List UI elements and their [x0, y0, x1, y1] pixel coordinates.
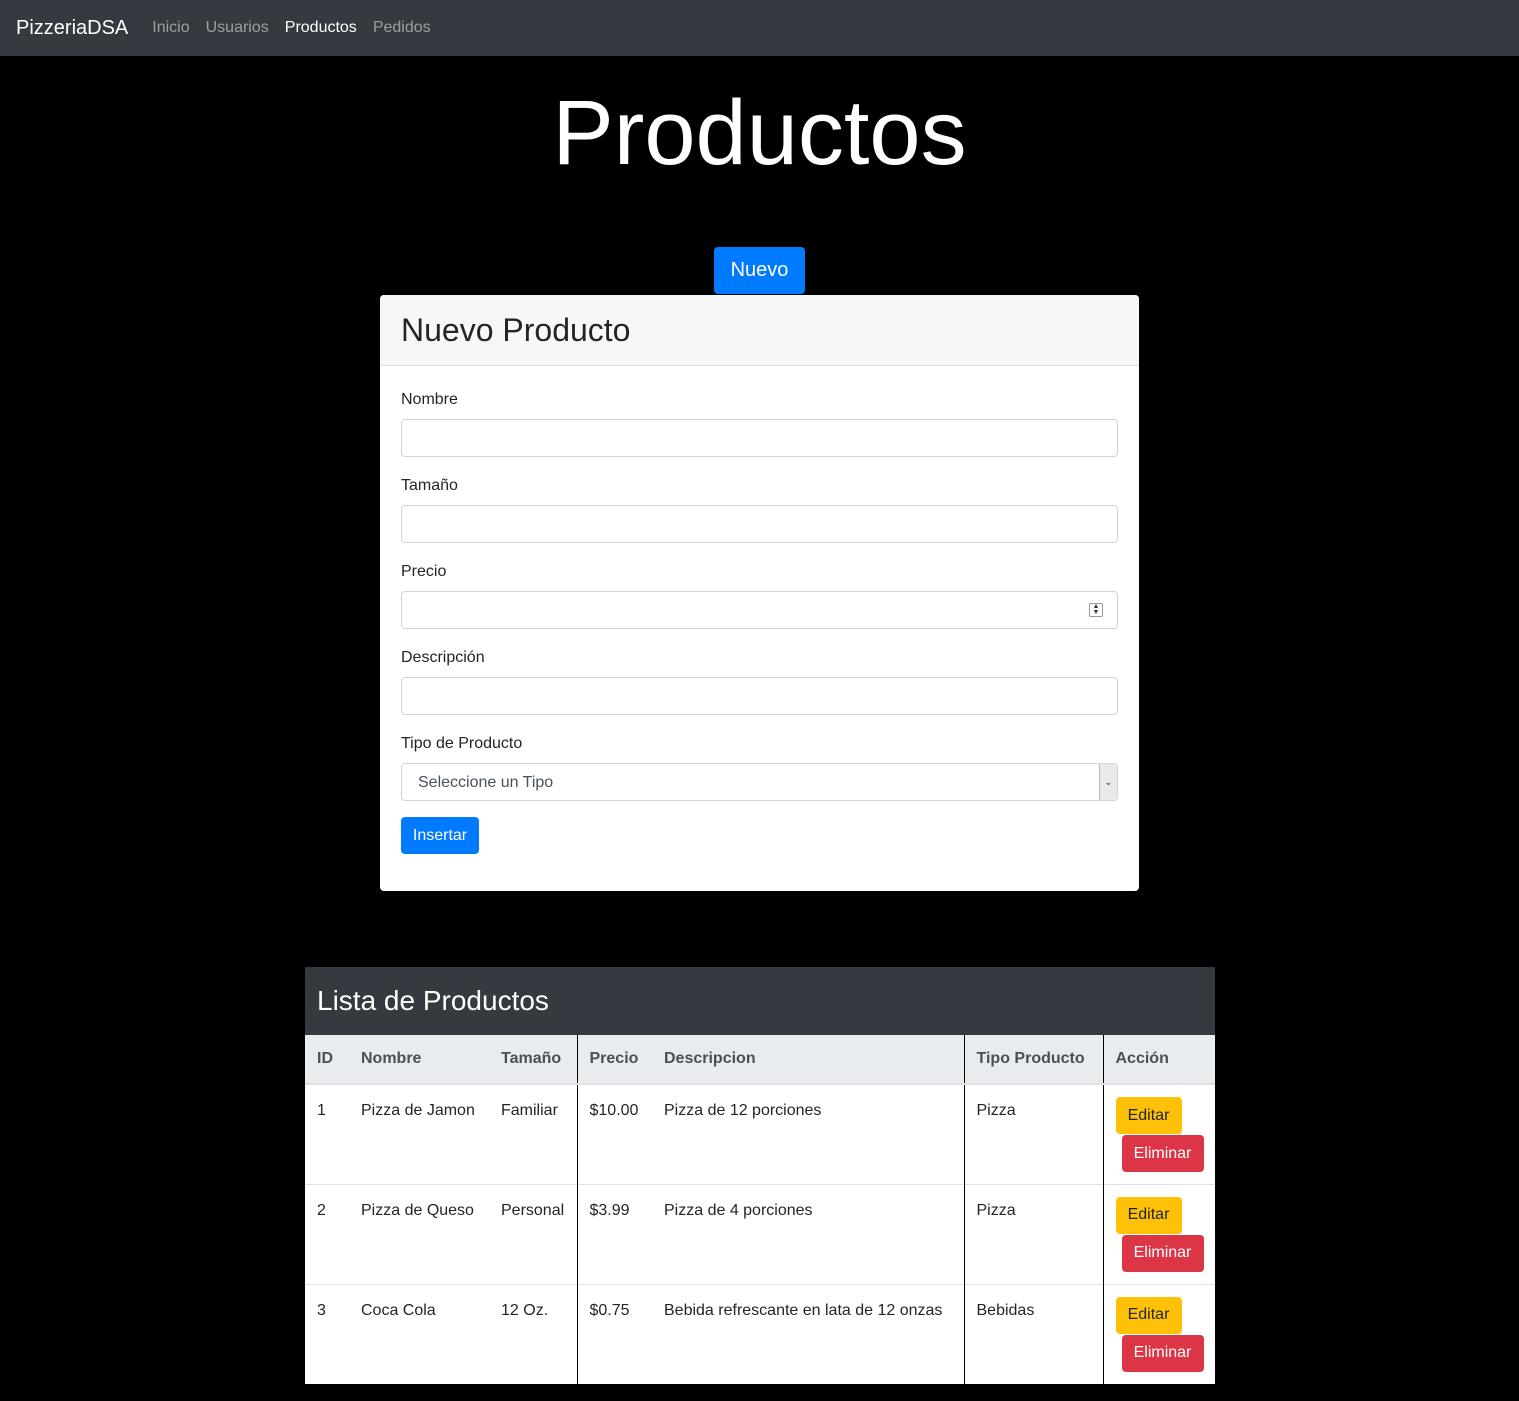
cell-tipo: Bebidas [963, 1283, 1103, 1384]
edit-button[interactable]: Editar [1115, 1097, 1182, 1134]
page-title: Productos [552, 82, 967, 184]
product-list: Lista de Productos ID Nombre Tamaño Prec… [305, 967, 1215, 1384]
cell-nombre: Coca Cola [349, 1283, 489, 1384]
descripcion-input[interactable] [401, 677, 1118, 715]
products-table: ID Nombre Tamaño Precio Descripcion Tipo… [305, 1035, 1215, 1384]
new-product-button[interactable]: Nuevo [714, 247, 805, 294]
cell-tamano: Familiar [489, 1083, 577, 1184]
col-header-tamano: Tamaño [489, 1035, 577, 1085]
delete-button[interactable]: Eliminar [1121, 1334, 1204, 1372]
nombre-input[interactable] [401, 419, 1118, 457]
edit-button[interactable]: Editar [1115, 1196, 1182, 1234]
nav-item-usuarios[interactable]: Usuarios [206, 19, 269, 37]
cell-tipo: Pizza [963, 1183, 1103, 1284]
number-spinner-icon[interactable]: ▲ ▼ [1089, 603, 1103, 617]
card-header: Nuevo Producto [380, 295, 1139, 366]
tamano-input[interactable] [401, 505, 1118, 543]
cell-accion: Editar Eliminar [1102, 1083, 1215, 1184]
cell-tamano: 12 Oz. [489, 1283, 577, 1384]
cell-nombre: Pizza de Jamon [349, 1083, 489, 1184]
cell-tamano: Personal [489, 1183, 577, 1284]
table-row: 3 Coca Cola 12 Oz. $0.75 Bebida refresca… [305, 1283, 1215, 1384]
col-header-descripcion: Descripcion [652, 1035, 964, 1085]
delete-button[interactable]: Eliminar [1121, 1234, 1204, 1272]
col-header-accion: Acción [1102, 1035, 1215, 1085]
nav-item-pedidos[interactable]: Pedidos [373, 19, 431, 37]
table-header-bar: Lista de Productos [305, 967, 1215, 1035]
new-product-card: Nuevo Producto Nombre Tamaño Precio ▲ ▼ D… [380, 295, 1139, 891]
navbar-brand[interactable]: PizzeriaDSA [16, 17, 128, 40]
insert-button[interactable]: Insertar [401, 817, 479, 854]
cell-tipo: Pizza [963, 1083, 1103, 1184]
tamano-label: Tamaño [401, 477, 458, 494]
precio-input[interactable]: ▲ ▼ [401, 591, 1118, 629]
cell-id: 1 [305, 1083, 349, 1184]
nav-item-productos[interactable]: Productos [285, 19, 357, 37]
cell-precio: $3.99 [576, 1183, 652, 1284]
navbar: PizzeriaDSA Inicio Usuarios Productos Pe… [0, 0, 1519, 56]
tipo-label: Tipo de Producto [401, 735, 523, 752]
cell-descripcion: Pizza de 12 porciones [652, 1083, 964, 1184]
precio-label: Precio [401, 563, 447, 580]
cell-descripcion: Pizza de 4 porciones [652, 1183, 964, 1284]
cell-nombre: Pizza de Queso [349, 1183, 489, 1284]
descripcion-label: Descripción [401, 649, 485, 666]
table-row: 2 Pizza de Queso Personal $3.99 Pizza de… [305, 1183, 1215, 1284]
nombre-label: Nombre [401, 391, 458, 408]
cell-precio: $10.00 [576, 1083, 652, 1184]
nav-item-inicio[interactable]: Inicio [152, 19, 189, 37]
tipo-select-value: Seleccione un Tipo [418, 774, 554, 791]
cell-precio: $0.75 [576, 1283, 652, 1384]
col-header-precio: Precio [576, 1035, 652, 1085]
edit-button[interactable]: Editar [1115, 1296, 1182, 1334]
chevron-down-icon[interactable]: ⌄ [1099, 764, 1117, 800]
cell-descripcion: Bebida refrescante en lata de 12 onzas [652, 1283, 964, 1384]
tipo-select[interactable]: Seleccione un Tipo ⌄ [401, 763, 1118, 801]
cell-id: 2 [305, 1183, 349, 1284]
delete-button[interactable]: Eliminar [1121, 1135, 1204, 1172]
table-row: 1 Pizza de Jamon Familiar $10.00 Pizza d… [305, 1083, 1215, 1184]
cell-accion: Editar Eliminar [1102, 1183, 1215, 1284]
table-header-row: ID Nombre Tamaño Precio Descripcion Tipo… [305, 1035, 1215, 1085]
cell-id: 3 [305, 1283, 349, 1384]
col-header-tipo: Tipo Producto [963, 1035, 1103, 1085]
table-title: Lista de Productos [317, 985, 549, 1016]
cell-accion: Editar Eliminar [1102, 1283, 1215, 1384]
col-header-id: ID [305, 1035, 349, 1085]
col-header-nombre: Nombre [349, 1035, 489, 1085]
card-title: Nuevo Producto [401, 311, 631, 348]
